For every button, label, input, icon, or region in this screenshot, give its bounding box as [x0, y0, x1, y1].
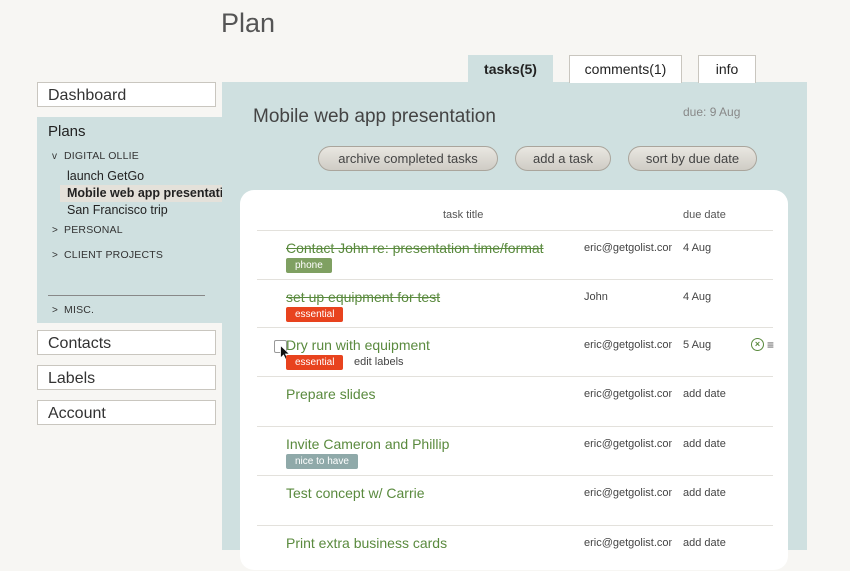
task-due-date[interactable]: 4 Aug [683, 242, 711, 254]
table-row[interactable]: Print extra business cards eric@getgolis… [257, 525, 773, 571]
sidebar-account[interactable]: Account [37, 400, 216, 425]
plan-due-date: due: 9 Aug [683, 105, 741, 119]
tab-info[interactable]: info [698, 55, 756, 83]
plan-launch-getgo[interactable]: launch GetGo [67, 169, 144, 183]
edit-labels-link[interactable]: edit labels [354, 356, 404, 368]
tab-tasks[interactable]: tasks(5) [468, 55, 553, 83]
task-assignee: John [584, 291, 608, 303]
chevron-right-icon: > [52, 225, 59, 236]
task-title[interactable]: set up equipment for test [286, 289, 440, 305]
group-client-projects[interactable]: > CLIENT PROJECTS [52, 249, 163, 261]
task-due-date[interactable]: add date [683, 487, 726, 499]
table-row[interactable]: Dry run with equipment eric@getgolist.co… [257, 327, 774, 377]
table-row[interactable]: set up equipment for test John 4 Aug ess… [257, 279, 773, 328]
tag-badge[interactable]: nice to have [286, 454, 358, 469]
table-row[interactable]: Prepare slides eric@getgolist.com add da… [257, 376, 773, 427]
sidebar-contacts[interactable]: Contacts [37, 330, 216, 355]
task-assignee: eric@getgolist.com [584, 339, 672, 351]
plan-title: Mobile web app presentation [253, 106, 496, 127]
task-due-date[interactable]: 5 Aug [683, 339, 711, 351]
table-row[interactable]: Invite Cameron and Phillip eric@getgolis… [257, 426, 773, 476]
divider [48, 295, 205, 296]
group-digital-ollie[interactable]: v DIGITAL OLLIE [52, 150, 139, 162]
sidebar-labels[interactable]: Labels [37, 365, 216, 390]
task-title[interactable]: Test concept w/ Carrie [286, 485, 425, 501]
add-task-button[interactable]: add a task [515, 146, 611, 171]
chevron-down-icon: v [52, 151, 58, 162]
group-misc[interactable]: > MISC. [52, 304, 94, 316]
table-row[interactable]: Test concept w/ Carrie eric@getgolist.co… [257, 475, 773, 526]
plan-san-francisco[interactable]: San Francisco trip [67, 203, 168, 217]
chevron-right-icon: > [52, 250, 59, 261]
chevron-right-icon: > [52, 305, 59, 316]
task-title[interactable]: Invite Cameron and Phillip [286, 436, 449, 452]
tag-badge[interactable]: phone [286, 258, 332, 273]
task-title[interactable]: Prepare slides [286, 386, 376, 402]
task-title[interactable]: Contact John re: presentation time/forma… [286, 240, 544, 256]
task-assignee: eric@getgolist.com [584, 388, 672, 400]
group-personal[interactable]: > PERSONAL [52, 224, 123, 236]
plans-panel: Plans v DIGITAL OLLIE launch GetGo Mobile… [37, 117, 222, 323]
task-due-date[interactable]: add date [683, 388, 726, 400]
tag-badge[interactable]: essential [286, 355, 344, 370]
task-assignee: eric@getgolist.com [584, 242, 672, 254]
sidebar-dashboard[interactable]: Dashboard [37, 82, 216, 107]
task-due-date[interactable]: add date [683, 537, 726, 549]
task-due-date[interactable]: 4 Aug [683, 291, 711, 303]
task-assignee: eric@getgolist.com [584, 537, 672, 549]
column-header-due[interactable]: due date [683, 209, 726, 221]
remove-circle-icon[interactable]: × [751, 338, 764, 351]
tab-comments[interactable]: comments(1) [569, 55, 682, 83]
tag-badge[interactable]: essential [286, 307, 344, 322]
task-assignee: eric@getgolist.com [584, 487, 672, 499]
plans-heading[interactable]: Plans [48, 123, 86, 140]
main-panel: Mobile web app presentation due: 9 Aug a… [222, 82, 807, 570]
column-header-title[interactable]: task title [443, 209, 483, 221]
task-title[interactable]: Dry run with equipment [286, 337, 430, 353]
sort-by-due-button[interactable]: sort by due date [628, 146, 757, 171]
table-row[interactable]: Contact John re: presentation time/forma… [257, 230, 773, 280]
page-title: Plan [221, 8, 276, 38]
plan-mobile-web-app[interactable]: Mobile web app presentation [60, 185, 222, 202]
task-due-date[interactable]: add date [683, 438, 726, 450]
archive-completed-button[interactable]: archive completed tasks [318, 146, 498, 171]
task-assignee: eric@getgolist.com [584, 438, 672, 450]
task-title[interactable]: Print extra business cards [286, 535, 447, 551]
drag-handle-icon[interactable]: ≡ [767, 338, 774, 352]
task-card: task title due date Contact John re: pre… [240, 190, 788, 570]
